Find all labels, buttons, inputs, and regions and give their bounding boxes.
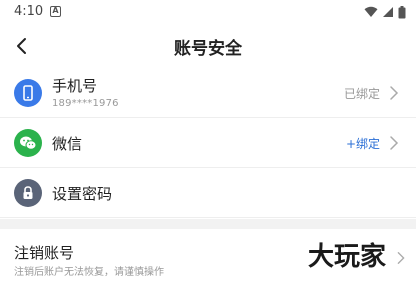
row-label: 微信 bbox=[52, 135, 83, 153]
row-set-password[interactable]: 设置密码 bbox=[0, 168, 416, 218]
status-time: 4:10 bbox=[14, 4, 44, 19]
status-icons bbox=[364, 4, 406, 20]
battery-icon bbox=[398, 5, 406, 18]
row-label: 手机号 bbox=[52, 77, 98, 95]
chevron-right-icon bbox=[390, 136, 399, 150]
cancel-account-title: 注销账号 bbox=[14, 244, 75, 262]
svg-text:大玩家: 大玩家 bbox=[308, 241, 386, 272]
phone-number: 189****1976 bbox=[52, 98, 119, 109]
notification-a-icon: A bbox=[50, 6, 61, 17]
row-wechat[interactable]: 微信 +绑定 bbox=[0, 118, 416, 168]
wechat-icon bbox=[14, 129, 42, 157]
chevron-right-icon bbox=[397, 252, 405, 264]
cancel-account-description: 注销后账户无法恢复，请谨慎操作 bbox=[14, 267, 164, 278]
page-title: 账号安全 bbox=[174, 39, 242, 59]
row-label: 设置密码 bbox=[52, 185, 113, 203]
wifi-icon bbox=[364, 6, 378, 17]
section-divider bbox=[0, 219, 416, 229]
cancel-account-row[interactable]: 注销账号 注销后账户无法恢复，请谨慎操作 大玩家 bbox=[0, 229, 416, 288]
watermark-logo: 大玩家 bbox=[308, 241, 386, 272]
status-bar: 4:10 A bbox=[0, 0, 416, 24]
chevron-right-icon bbox=[390, 86, 399, 100]
signal-icon bbox=[383, 7, 393, 17]
header: 账号安全 bbox=[0, 24, 416, 68]
phone-icon bbox=[14, 79, 42, 107]
settings-list: 手机号 189****1976 已绑定 微信 +绑定 设置密码 bbox=[0, 68, 416, 218]
row-phone[interactable]: 手机号 189****1976 已绑定 bbox=[0, 68, 416, 118]
bind-wechat-link[interactable]: +绑定 bbox=[346, 135, 380, 152]
bound-status: 已绑定 bbox=[343, 87, 380, 101]
lock-icon bbox=[14, 179, 42, 207]
